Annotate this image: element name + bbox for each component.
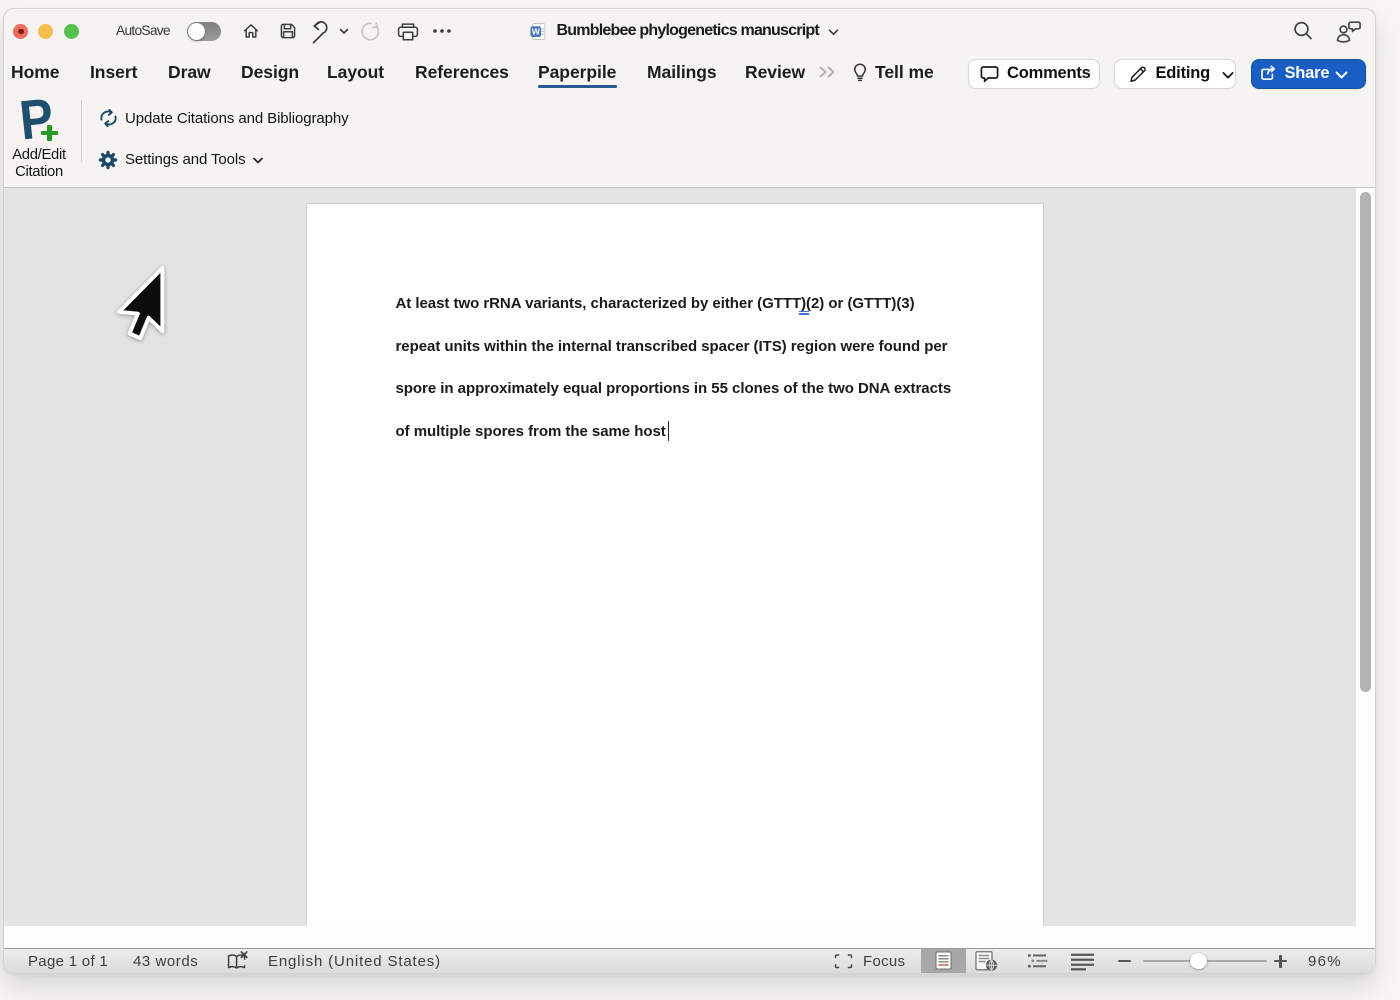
svg-text:W: W	[531, 26, 540, 36]
